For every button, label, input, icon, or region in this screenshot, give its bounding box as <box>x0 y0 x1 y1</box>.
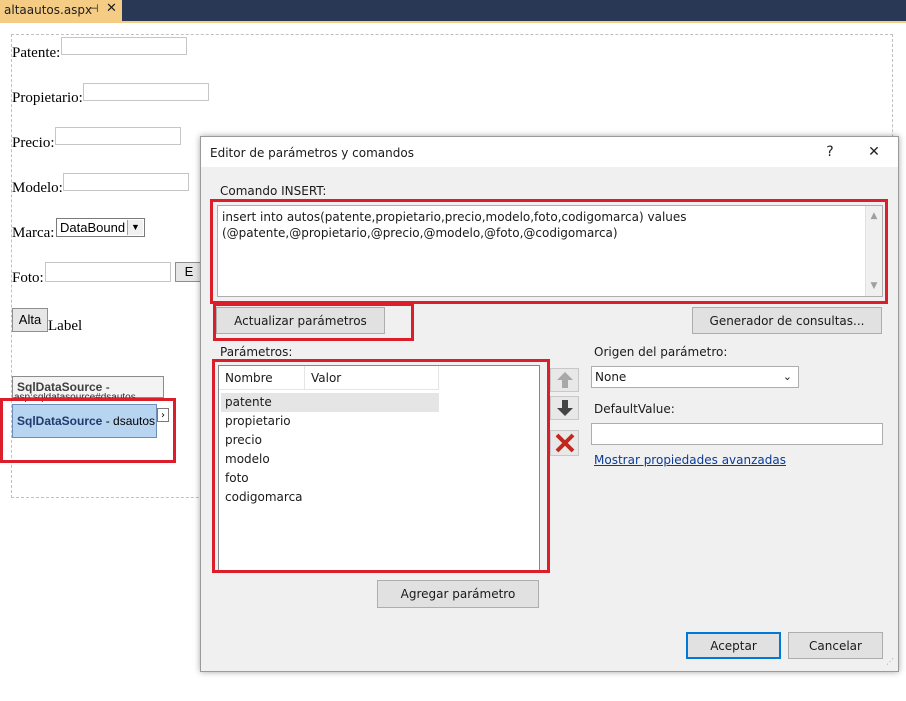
add-parameter-button[interactable]: Agregar parámetro <box>377 580 539 608</box>
arrow-up-icon <box>556 372 573 388</box>
command-label: Comando INSERT: <box>220 184 327 198</box>
foto-browse-button[interactable]: E <box>175 262 203 282</box>
advanced-properties-link[interactable]: Mostrar propiedades avanzadas <box>594 453 786 467</box>
chevron-down-icon: ⌄ <box>782 370 792 383</box>
marca-dropdown[interactable]: DataBound ▼ <box>56 218 145 237</box>
document-tab-strip <box>0 0 906 21</box>
parameters-commands-dialog: Editor de parámetros y comandos ? ✕ Coma… <box>200 136 899 672</box>
query-builder-label: Generador de consultas... <box>709 314 865 328</box>
parameter-source-label: Origen del parámetro: <box>594 345 728 359</box>
sds-marcas-type: SqlDataSource <box>17 380 103 394</box>
foto-fileupload-textbox[interactable] <box>45 262 171 282</box>
highlight-parameters <box>212 359 550 573</box>
delete-x-icon <box>555 433 574 453</box>
propietario-textbox[interactable] <box>83 83 209 101</box>
modelo-textbox[interactable] <box>63 173 189 191</box>
precio-textbox[interactable] <box>55 127 181 145</box>
patente-textbox[interactable] <box>61 37 187 55</box>
dialog-titlebar: Editor de parámetros y comandos ? ✕ <box>201 137 898 167</box>
precio-label: Precio: <box>12 135 55 151</box>
add-parameter-label: Agregar parámetro <box>400 587 516 601</box>
close-icon[interactable]: ✕ <box>852 137 896 167</box>
resize-grip-icon[interactable]: ⋰ <box>886 657 896 667</box>
default-value-input[interactable] <box>591 423 883 445</box>
parameter-source-combo[interactable]: None ⌄ <box>591 366 799 388</box>
highlight-refresh <box>213 303 414 341</box>
result-label: Label <box>48 318 83 334</box>
highlight-command <box>210 199 888 304</box>
alta-button-label: Alta <box>18 312 42 327</box>
highlight-dsautos <box>0 398 176 463</box>
alta-button[interactable]: Alta <box>12 308 48 332</box>
cancel-button[interactable]: Cancelar <box>788 632 883 659</box>
propietario-label: Propietario: <box>12 90 83 106</box>
document-tab-title: altaautos.aspx <box>4 3 93 17</box>
foto-label: Foto: <box>12 270 44 286</box>
pin-icon[interactable]: ⊣ <box>89 2 99 15</box>
browse-button-label: E <box>184 264 194 279</box>
parameters-label: Parámetros: <box>220 345 293 359</box>
default-value-label: DefaultValue: <box>594 402 675 416</box>
close-tab-icon[interactable]: ✕ <box>106 1 117 16</box>
ok-button[interactable]: Aceptar <box>686 632 781 659</box>
modelo-label: Modelo: <box>12 180 63 196</box>
document-tab-altaautos[interactable]: altaautos.aspx ⊣ ✕ <box>0 0 122 23</box>
query-builder-button[interactable]: Generador de consultas... <box>692 307 882 334</box>
arrow-down-icon <box>556 400 573 416</box>
help-icon[interactable]: ? <box>808 137 852 167</box>
dialog-title: Editor de parámetros y comandos <box>210 146 414 160</box>
move-down-button[interactable] <box>550 396 579 420</box>
move-up-button[interactable] <box>550 368 579 392</box>
cancel-label: Cancelar <box>809 639 862 653</box>
marca-dropdown-value: DataBound <box>60 220 126 235</box>
parameter-source-value: None <box>595 370 627 384</box>
delete-parameter-button[interactable] <box>550 430 579 456</box>
dropdown-arrow-icon: ▼ <box>127 220 143 235</box>
marca-label: Marca: <box>12 225 55 241</box>
patente-label: Patente: <box>12 45 61 61</box>
ok-label: Aceptar <box>710 639 757 653</box>
